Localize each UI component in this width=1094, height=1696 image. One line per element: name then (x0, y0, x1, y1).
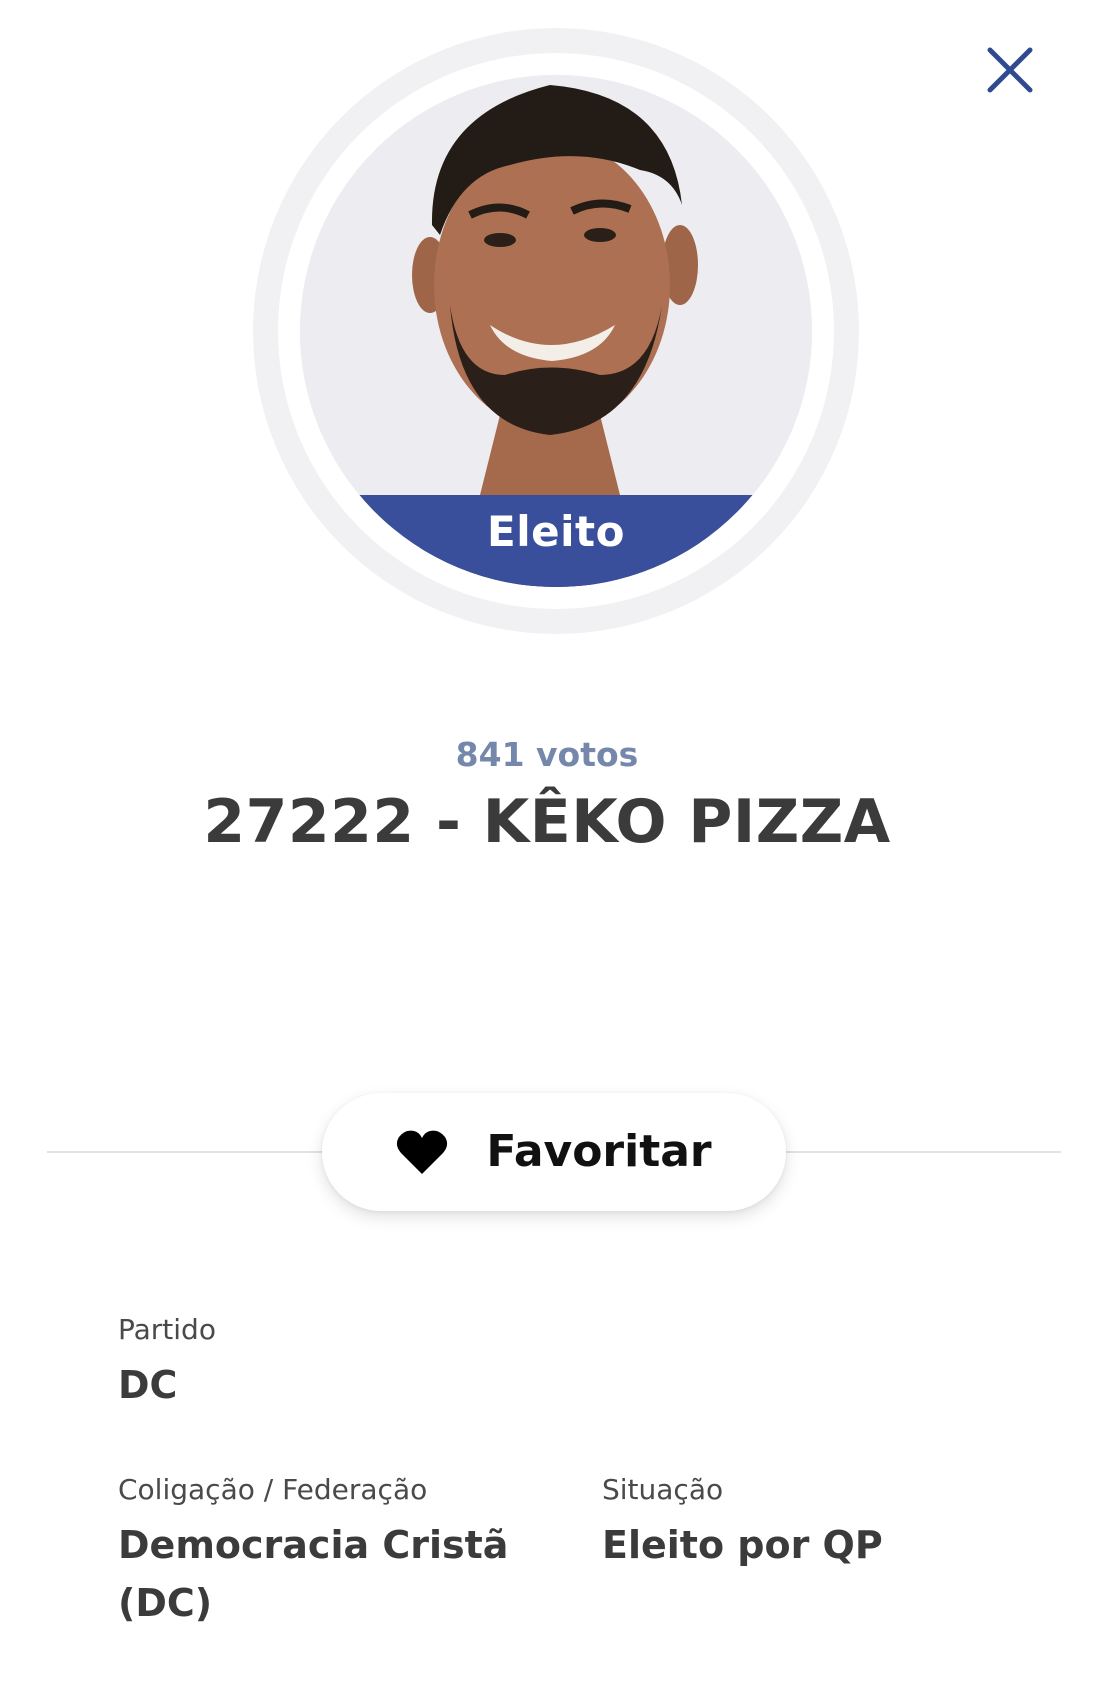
situacao-label: Situação (602, 1473, 724, 1506)
candidate-name: 27222 - KÊKO PIZZA (203, 787, 891, 857)
coligacao-field: Coligação / Federação Democracia Cristã … (118, 1472, 538, 1632)
heart-icon (396, 1129, 448, 1175)
avatar: Eleito (300, 75, 812, 587)
favorite-button[interactable]: Favoritar (322, 1093, 786, 1211)
situacao-value: Eleito por QP (602, 1523, 883, 1567)
close-icon (987, 47, 1033, 93)
partido-value: DC (118, 1363, 178, 1407)
status-badge-label: Eleito (487, 507, 625, 556)
situacao-field: Situação Eleito por QP (602, 1472, 1032, 1574)
coligacao-value: Democracia Cristã (DC) (118, 1523, 509, 1625)
status-badge: Eleito (300, 495, 812, 587)
vote-count: 841 votos (455, 735, 639, 774)
partido-label: Partido (118, 1313, 216, 1346)
coligacao-label: Coligação / Federação (118, 1473, 428, 1506)
close-button[interactable] (980, 40, 1040, 100)
partido-field: Partido DC (118, 1312, 518, 1414)
favorite-button-label: Favoritar (486, 1126, 712, 1177)
